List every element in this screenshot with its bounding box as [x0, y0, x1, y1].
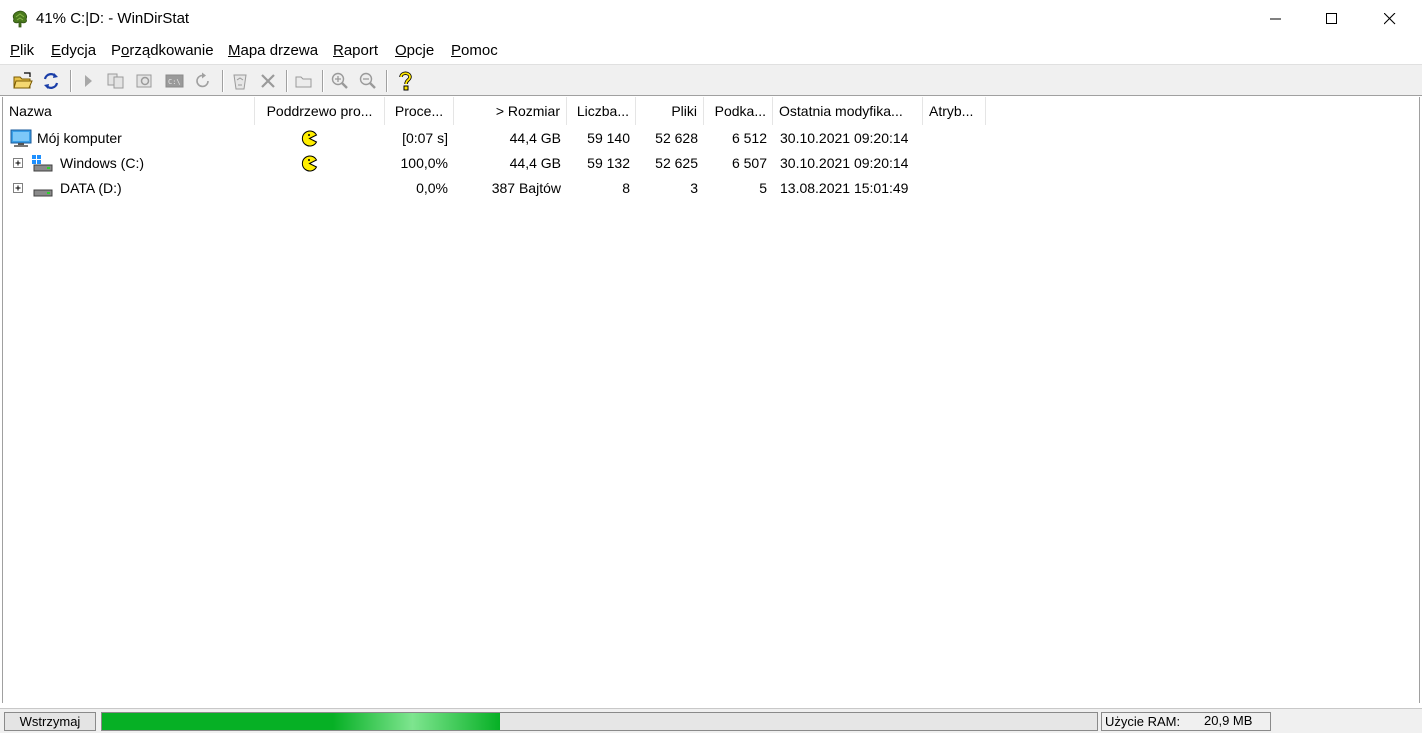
maximize-button[interactable] — [1303, 0, 1361, 38]
header-name[interactable]: Nazwa — [3, 97, 255, 125]
row-items: 59 140 — [587, 130, 630, 146]
row-subdirs: 5 — [759, 180, 767, 196]
row-size: 387 Bajtów — [491, 180, 561, 196]
menu-raport[interactable]: Raport — [333, 42, 378, 59]
menu-bar: Plik Edycja Porządkowanie Mapa drzewa Ra… — [0, 38, 1422, 64]
header-subdirs[interactable]: Podka... — [704, 97, 773, 125]
refresh-all-button[interactable] — [39, 69, 63, 93]
windirstat-tree-icon — [12, 10, 28, 28]
minimize-button[interactable] — [1247, 0, 1305, 38]
row-subdirs: 6 507 — [731, 155, 767, 171]
row-modified: 13.08.2021 15:01:49 — [780, 180, 909, 196]
windows-drive-icon — [32, 155, 53, 172]
row-files: 52 625 — [655, 155, 698, 171]
copy-path-icon — [107, 73, 124, 89]
table-row[interactable]: Windows (C:) 100,0% 44,4 GB 59 132 52 62… — [3, 151, 1419, 176]
row-subdirs: 6 512 — [731, 130, 767, 146]
menu-pomoc[interactable]: Pomoc — [451, 42, 498, 59]
table-row[interactable]: Mój komputer [0:07 s] 44,4 GB 59 140 52 … — [3, 126, 1419, 151]
menu-plik[interactable]: Plik — [10, 42, 34, 59]
expand-icon[interactable] — [13, 158, 24, 169]
refresh-icon — [43, 73, 59, 89]
zoom-out-icon — [359, 72, 376, 89]
ram-usage-value: 20,9 MB — [1204, 713, 1253, 728]
new-folder-icon — [295, 76, 312, 88]
open-folder-icon — [13, 72, 33, 89]
recycle-button[interactable] — [228, 69, 252, 93]
maximize-icon — [1326, 13, 1337, 24]
menu-opcje[interactable]: Opcje — [395, 42, 434, 59]
explorer-icon — [136, 74, 152, 88]
expand-icon[interactable] — [13, 183, 24, 194]
close-button[interactable] — [1361, 0, 1419, 38]
delete-icon — [261, 74, 275, 88]
header-size[interactable]: > Rozmiar — [454, 97, 567, 125]
row-percent: 0,0% — [416, 180, 448, 196]
row-modified: 30.10.2021 09:20:14 — [780, 130, 909, 146]
status-bar: Wstrzymaj Użycie RAM: 20,9 MB — [0, 708, 1422, 733]
zoom-in-button[interactable] — [328, 69, 352, 93]
computer-icon — [10, 129, 32, 147]
run-icon — [85, 75, 92, 87]
window-title: 41% C:|D: - WinDirStat — [36, 10, 190, 27]
command-prompt-button[interactable]: C:\ — [163, 69, 187, 93]
recycle-icon — [233, 74, 247, 90]
header-attributes[interactable]: Atryb... — [923, 97, 986, 125]
pacman-icon — [301, 130, 318, 147]
title-bar: 41% C:|D: - WinDirStat — [0, 0, 1422, 38]
header-modified[interactable]: Ostatnia modyfika... — [773, 97, 923, 125]
scan-progress-bar — [101, 712, 1098, 731]
row-items: 59 132 — [587, 155, 630, 171]
header-files[interactable]: Pliki — [636, 97, 704, 125]
row-size: 44,4 GB — [509, 155, 561, 171]
row-items: 8 — [622, 180, 630, 196]
table-row[interactable]: DATA (D:) 0,0% 387 Bajtów 8 3 5 13.08.20… — [3, 176, 1419, 201]
minimize-icon — [1270, 18, 1281, 20]
open-button[interactable] — [11, 69, 35, 93]
row-files: 3 — [690, 180, 698, 196]
help-button[interactable] — [393, 69, 417, 93]
pacman-icon — [301, 155, 318, 172]
refresh-selected-icon — [196, 72, 209, 88]
new-folder-button[interactable] — [292, 69, 316, 93]
zoom-in-icon — [331, 72, 348, 89]
refresh-selected-button[interactable] — [191, 69, 215, 93]
menu-edycja[interactable]: Edycja — [51, 42, 96, 59]
row-percent: 100,0% — [400, 155, 448, 171]
delete-button[interactable] — [256, 69, 280, 93]
row-files: 52 628 — [655, 130, 698, 146]
menu-porzadkowanie[interactable]: Porządkowanie — [111, 42, 214, 59]
header-percent[interactable]: Proce... — [385, 97, 454, 125]
zoom-out-button[interactable] — [356, 69, 380, 93]
header-subtree[interactable]: Poddrzewo pro... — [255, 97, 385, 125]
row-percent: [0:07 s] — [402, 130, 448, 146]
row-size: 44,4 GB — [509, 130, 561, 146]
row-modified: 30.10.2021 09:20:14 — [780, 155, 909, 171]
explorer-button[interactable] — [133, 69, 157, 93]
copy-path-button[interactable] — [104, 69, 128, 93]
run-button[interactable] — [76, 69, 100, 93]
help-icon — [399, 71, 412, 91]
directory-list[interactable]: Nazwa Poddrzewo pro... Proce... > Rozmia… — [2, 97, 1420, 703]
row-name: Windows (C:) — [60, 155, 145, 171]
header-items[interactable]: Liczba... — [567, 97, 636, 125]
pause-button[interactable]: Wstrzymaj — [4, 712, 96, 731]
row-name: Mój komputer — [37, 130, 122, 146]
scan-progress-fill — [102, 713, 500, 730]
close-icon — [1384, 13, 1396, 25]
menu-mapa-drzewa[interactable]: Mapa drzewa — [228, 42, 318, 59]
svg-text:C:\: C:\ — [168, 78, 181, 86]
command-prompt-icon: C:\ — [165, 74, 184, 88]
drive-icon — [33, 189, 53, 197]
row-name: DATA (D:) — [60, 180, 122, 196]
toolbar: C:\ — [0, 64, 1422, 96]
